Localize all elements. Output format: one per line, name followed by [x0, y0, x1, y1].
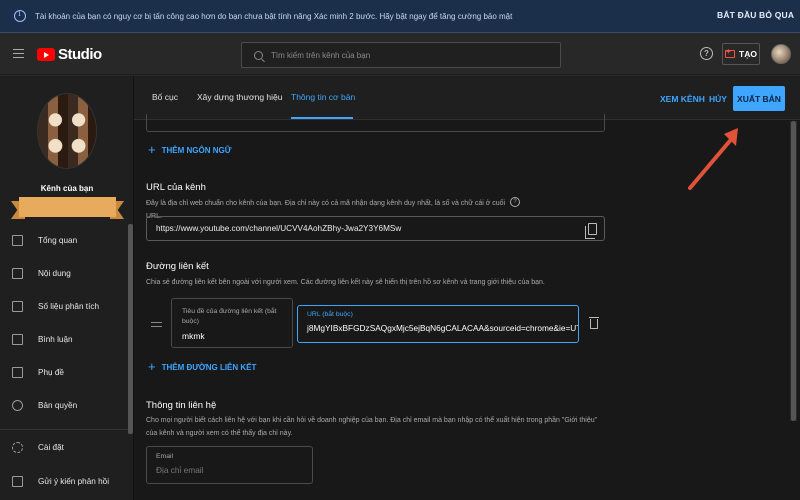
- email-label: Email: [156, 453, 173, 460]
- channel-url-field[interactable]: https://www.youtube.com/channel/UCVV4Aoh…: [146, 216, 605, 241]
- sidebar-item-label: Bản quyền: [38, 401, 78, 410]
- trash-icon[interactable]: [589, 317, 599, 329]
- copy-icon[interactable]: [585, 223, 597, 239]
- email-field[interactable]: Email: [146, 446, 313, 484]
- contact-section-title: Thông tin liên hệ: [146, 400, 217, 411]
- create-video-icon: [725, 47, 736, 58]
- top-header: Studio ? TẠO: [0, 33, 800, 75]
- sidebar-item-label: Tổng quan: [38, 236, 78, 245]
- youtube-logo-icon: [37, 48, 55, 61]
- add-link-button[interactable]: + THÊM ĐƯỜNG LIÊN KẾT: [148, 359, 257, 374]
- add-language-label: THÊM NGÔN NGỮ: [161, 145, 232, 155]
- link-url-value: j8MgYIBxBFGDzSAQgxMjc5ejBqN6gCALACAA&sou…: [307, 323, 579, 333]
- banner-message: Tài khoản của bạn có nguy cơ bị tấn công…: [35, 11, 513, 21]
- cancel-button[interactable]: HỦY: [709, 94, 727, 104]
- subtitles-icon: [12, 367, 23, 378]
- help-icon[interactable]: ?: [700, 47, 713, 60]
- create-button[interactable]: TẠO: [722, 43, 760, 65]
- plus-icon: +: [148, 359, 156, 374]
- settings-icon: [12, 441, 23, 453]
- sidebar-nav: Tổng quan Nội dung Số liệu phân tích Bìn…: [0, 224, 128, 422]
- channel-avatar[interactable]: [37, 93, 97, 169]
- tab-basic-info[interactable]: Thông tin cơ bản: [291, 92, 355, 102]
- create-label: TẠO: [739, 49, 757, 59]
- sidebar-item-analytics[interactable]: Số liệu phân tích: [0, 290, 128, 323]
- sidebar-item-subtitles[interactable]: Phụ đề: [0, 356, 128, 389]
- add-link-label: THÊM ĐƯỜNG LIÊN KẾT: [161, 362, 257, 372]
- main-scrollbar[interactable]: [790, 121, 797, 421]
- info-icon: [14, 9, 26, 22]
- publish-button[interactable]: XUẤT BẢN: [733, 86, 785, 111]
- sidebar-bottom: Cài đặt Gửi ý kiến phản hồi: [0, 429, 128, 498]
- start-button[interactable]: BẮT ĐẦU: [717, 10, 757, 20]
- logo-text: Studio: [58, 46, 102, 63]
- sidebar: Kênh của bạn Tổng quan Nội dung Số liệu …: [0, 76, 134, 500]
- sidebar-item-label: Số liệu phân tích: [38, 302, 99, 311]
- security-banner: Tài khoản của bạn có nguy cơ bị tấn công…: [0, 0, 800, 33]
- link-url-field[interactable]: URL (bắt buộc) j8MgYIBxBFGDzSAQgxMjc5ejB…: [297, 305, 579, 343]
- studio-logo[interactable]: Studio: [37, 46, 102, 63]
- sidebar-item-copyright[interactable]: Bản quyền: [0, 389, 128, 422]
- channel-url-value: https://www.youtube.com/channel/UCVV4Aoh…: [156, 224, 402, 233]
- plus-icon: +: [148, 142, 156, 157]
- help-icon[interactable]: ?: [510, 197, 520, 207]
- hamburger-menu-icon[interactable]: [13, 49, 24, 58]
- sidebar-item-dashboard[interactable]: Tổng quan: [0, 224, 128, 257]
- dashboard-icon: [12, 235, 23, 246]
- annotation-arrow: [688, 128, 738, 190]
- account-avatar[interactable]: [771, 44, 791, 64]
- search-box[interactable]: [241, 42, 561, 68]
- search-input[interactable]: [271, 50, 551, 60]
- sidebar-item-label: Gửi ý kiến phản hồi: [38, 476, 110, 486]
- link-title-field[interactable]: Tiêu đề của đường liên kết (bắt buộc) mk…: [171, 298, 293, 348]
- link-url-label: URL (bắt buộc): [307, 311, 353, 318]
- comments-icon: [12, 334, 23, 345]
- sidebar-item-label: Cài đặt: [38, 442, 64, 452]
- links-section-title: Đường liên kết: [146, 261, 209, 272]
- contact-section-description: Cho mọi người biết cách liên hệ với bạn …: [146, 417, 598, 437]
- add-language-button[interactable]: + THÊM NGÔN NGỮ: [148, 142, 232, 157]
- link-title-label: Tiêu đề của đường liên kết (bắt buộc): [182, 308, 277, 325]
- sidebar-scrollbar[interactable]: [128, 224, 133, 434]
- url-section-title: URL của kênh: [146, 182, 206, 193]
- sidebar-item-label: Phụ đề: [38, 368, 64, 377]
- analytics-icon: [12, 301, 23, 312]
- sidebar-item-label: Nội dung: [38, 269, 71, 278]
- links-section-description: Chia sẻ đường liên kết bên ngoài với ngư…: [146, 279, 545, 286]
- tab-branding[interactable]: Xây dựng thương hiệu: [197, 92, 282, 102]
- sidebar-item-comments[interactable]: Bình luận: [0, 323, 128, 356]
- channel-label: Kênh của bạn: [40, 184, 94, 193]
- content-icon: [12, 268, 23, 279]
- feedback-icon: [12, 475, 23, 487]
- sidebar-item-feedback[interactable]: Gửi ý kiến phản hồi: [0, 464, 128, 498]
- sidebar-item-settings[interactable]: Cài đặt: [0, 430, 128, 464]
- copyright-icon: [12, 400, 23, 411]
- previous-field-bottom[interactable]: [146, 114, 605, 132]
- tab-layout[interactable]: Bố cục: [152, 92, 178, 102]
- sidebar-item-content[interactable]: Nội dung: [0, 257, 128, 290]
- view-channel-button[interactable]: XEM KÊNH: [660, 94, 705, 104]
- search-icon: [254, 50, 263, 60]
- link-title-value: mkmk: [182, 331, 205, 341]
- dismiss-button[interactable]: BỎ QUA: [759, 10, 794, 20]
- email-input[interactable]: [156, 465, 306, 475]
- drag-handle-icon[interactable]: [151, 322, 162, 327]
- sidebar-item-label: Bình luận: [38, 335, 73, 344]
- arrow-shaft: [688, 134, 736, 190]
- channel-name-ribbon: [11, 197, 124, 221]
